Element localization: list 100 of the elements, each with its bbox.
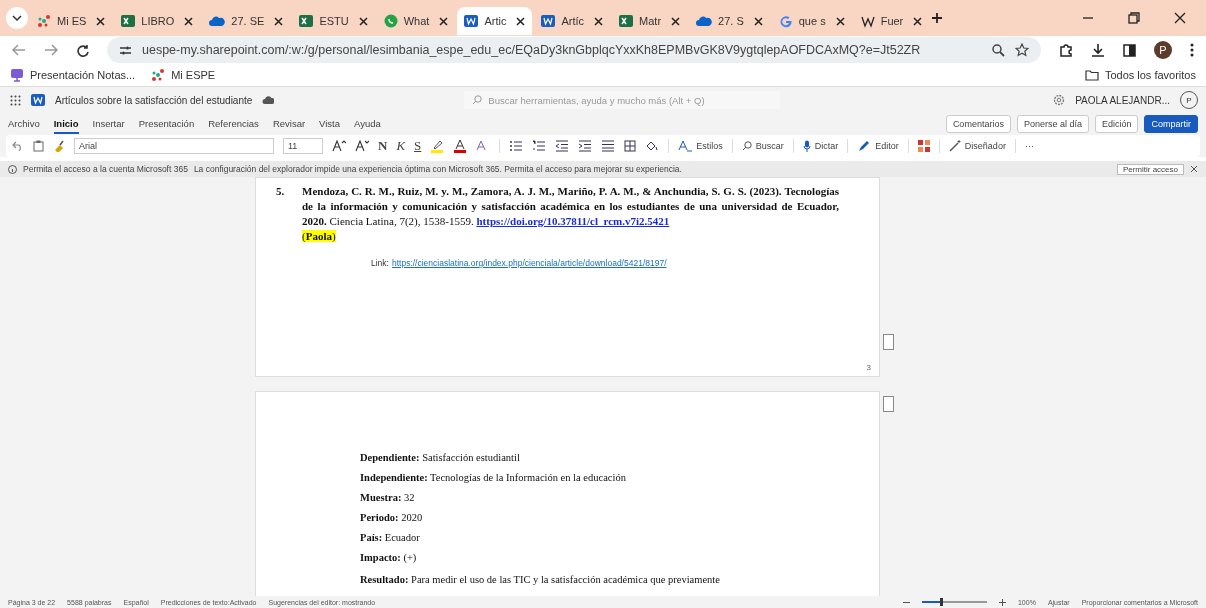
pen-icon bbox=[857, 140, 872, 152]
close-icon[interactable] bbox=[753, 16, 763, 26]
zoom-in-icon[interactable] bbox=[998, 598, 1006, 606]
increase-indent-icon[interactable] bbox=[578, 140, 593, 152]
highlighter-icon[interactable] bbox=[430, 139, 445, 153]
bookmark[interactable]: Presentación Notas... bbox=[10, 68, 136, 82]
shading-icon[interactable] bbox=[645, 140, 660, 152]
profile-avatar[interactable]: P bbox=[1154, 41, 1172, 59]
font-size-field[interactable]: 11 bbox=[283, 138, 323, 154]
document-icon bbox=[464, 14, 479, 28]
result-paragraph: Resultado: Para medir el uso de las TIC y la satisfacción académica que previamente bbox=[360, 573, 721, 587]
decrease-indent-icon[interactable] bbox=[555, 140, 570, 152]
undo-icon[interactable] bbox=[12, 141, 24, 151]
field-line: País: Ecuador bbox=[360, 531, 421, 545]
zoom-slider-thumb[interactable] bbox=[940, 598, 944, 606]
styles-icon bbox=[678, 140, 693, 152]
browser-tab[interactable]: What bbox=[376, 7, 456, 35]
format-button[interactable]: K bbox=[396, 138, 406, 154]
shrink-font-icon[interactable] bbox=[355, 140, 369, 152]
document-icon bbox=[31, 93, 45, 107]
ribbon-tab[interactable]: Revisar bbox=[272, 114, 306, 134]
close-icon[interactable] bbox=[671, 16, 681, 26]
puzzle-piece-icon[interactable] bbox=[1059, 43, 1073, 57]
bookmark[interactable]: Mi ESPE bbox=[151, 68, 216, 82]
borders-icon[interactable] bbox=[624, 140, 637, 152]
toolbar-button[interactable]: Estilos bbox=[678, 140, 723, 152]
toolbar-button[interactable]: Edición bbox=[1094, 115, 1139, 133]
side-panel-icon[interactable] bbox=[1123, 43, 1136, 57]
back-arrow-icon[interactable] bbox=[12, 44, 26, 56]
browser-tab[interactable]: Artíc bbox=[534, 7, 611, 35]
font-color-icon[interactable] bbox=[453, 139, 468, 153]
doi-link[interactable]: https://doi.org/10.37811/cl_rcm.v7i2.5421 bbox=[476, 215, 670, 227]
close-icon[interactable] bbox=[913, 16, 923, 26]
ribbon-tab[interactable]: Ayuda bbox=[354, 114, 381, 134]
ribbon-tab[interactable]: Inicio bbox=[53, 114, 79, 134]
grow-font-icon[interactable] bbox=[332, 140, 346, 152]
comment-marker[interactable] bbox=[883, 334, 894, 350]
numbered-list-icon[interactable] bbox=[532, 140, 547, 152]
browser-tab[interactable]: Matr bbox=[612, 7, 688, 35]
close-icon[interactable] bbox=[274, 16, 284, 26]
article-link[interactable]: https://cienciaslatina.org/index.php/cienciala/article/download/5421/8197/ bbox=[391, 258, 667, 268]
close-icon[interactable] bbox=[1174, 12, 1186, 24]
toolbar-button[interactable]: Diseñador bbox=[948, 140, 1006, 152]
allow-access-button[interactable]: Permitir acceso bbox=[1116, 163, 1184, 175]
close-icon[interactable] bbox=[516, 16, 526, 26]
cloud-sync-icon bbox=[262, 95, 275, 105]
close-icon[interactable] bbox=[1190, 165, 1198, 173]
browser-tab[interactable]: LIBRO bbox=[114, 7, 201, 35]
plus-icon[interactable] bbox=[931, 12, 944, 24]
comment-marker[interactable] bbox=[883, 396, 894, 412]
more-vertical-icon[interactable] bbox=[1190, 43, 1194, 57]
browser-tab[interactable]: 27. S bbox=[689, 7, 770, 35]
browser-tab[interactable]: que s bbox=[771, 7, 852, 35]
add-in-button[interactable] bbox=[917, 140, 930, 152]
format-painter-icon[interactable] bbox=[53, 140, 65, 152]
forward-arrow-icon[interactable] bbox=[44, 44, 58, 56]
reload-icon[interactable] bbox=[76, 43, 89, 57]
close-icon[interactable] bbox=[184, 16, 194, 26]
field-line: Muestra: 32 bbox=[360, 491, 416, 505]
dots-logo-icon bbox=[151, 68, 166, 82]
close-icon[interactable] bbox=[594, 16, 604, 26]
toolbar-button[interactable]: Comentarios bbox=[945, 115, 1011, 133]
toolbar-button[interactable]: Buscar bbox=[741, 141, 784, 151]
clipboard-icon[interactable] bbox=[33, 140, 44, 152]
browser-tab[interactable]: Artic bbox=[457, 7, 533, 35]
font-field[interactable]: Arial bbox=[74, 138, 274, 154]
ribbon-tab[interactable]: Archivo bbox=[8, 114, 40, 134]
browser-tab[interactable]: 27. SE bbox=[202, 7, 291, 35]
star-icon[interactable] bbox=[1015, 43, 1029, 57]
toolbar-button[interactable]: Dictar bbox=[802, 140, 839, 152]
more-options-button[interactable]: ··· bbox=[1024, 141, 1034, 151]
close-icon[interactable] bbox=[96, 16, 106, 26]
close-icon[interactable] bbox=[439, 16, 449, 26]
sparkle-pen-icon bbox=[948, 140, 961, 152]
settings-icon[interactable] bbox=[1053, 94, 1066, 106]
ribbon-tab[interactable]: Vista bbox=[319, 114, 341, 134]
toolbar-button[interactable]: Compartir bbox=[1144, 115, 1198, 133]
close-icon[interactable] bbox=[358, 16, 368, 26]
browser-tab[interactable]: Mi ES bbox=[30, 7, 113, 35]
restore-icon[interactable] bbox=[1128, 12, 1140, 24]
zoom-magnifier-icon[interactable] bbox=[992, 43, 1005, 57]
ribbon-tab[interactable]: Presentación bbox=[138, 114, 195, 134]
toolbar-button[interactable]: Editor bbox=[857, 140, 899, 152]
align-icon[interactable] bbox=[601, 140, 616, 152]
address-field[interactable]: uespe-my.sharepoint.com/:w:/g/personal/lesimbania_espe_edu_ec/EQaDy3knGbplqcYxxKh8EPMBvGK8V9ygtqlepAOFDCAxMQ?e=Jt52ZR bbox=[107, 37, 1041, 63]
browser-tab[interactable]: ESTU bbox=[292, 7, 375, 35]
download-icon[interactable] bbox=[1091, 43, 1105, 57]
tab-search-button[interactable] bbox=[6, 7, 28, 29]
app-launcher-icon[interactable] bbox=[10, 94, 21, 106]
browser-tab[interactable]: Fuer bbox=[853, 7, 930, 35]
toolbar-button[interactable]: Ponerse al día bbox=[1016, 115, 1089, 133]
all-bookmarks-button[interactable]: Todos los favoritos bbox=[1084, 69, 1196, 81]
format-button[interactable]: N bbox=[378, 138, 388, 154]
field-line: Impacto: (+) bbox=[360, 551, 418, 565]
ribbon-tab[interactable]: Referencias bbox=[208, 114, 259, 134]
close-icon[interactable] bbox=[835, 16, 845, 26]
ribbon-tab[interactable]: Insertar bbox=[92, 114, 125, 134]
bullet-list-icon[interactable] bbox=[509, 140, 524, 152]
format-button[interactable]: S bbox=[414, 138, 422, 154]
document-title[interactable]: Artículos sobre la satisfacción del estudiante bbox=[55, 94, 253, 106]
